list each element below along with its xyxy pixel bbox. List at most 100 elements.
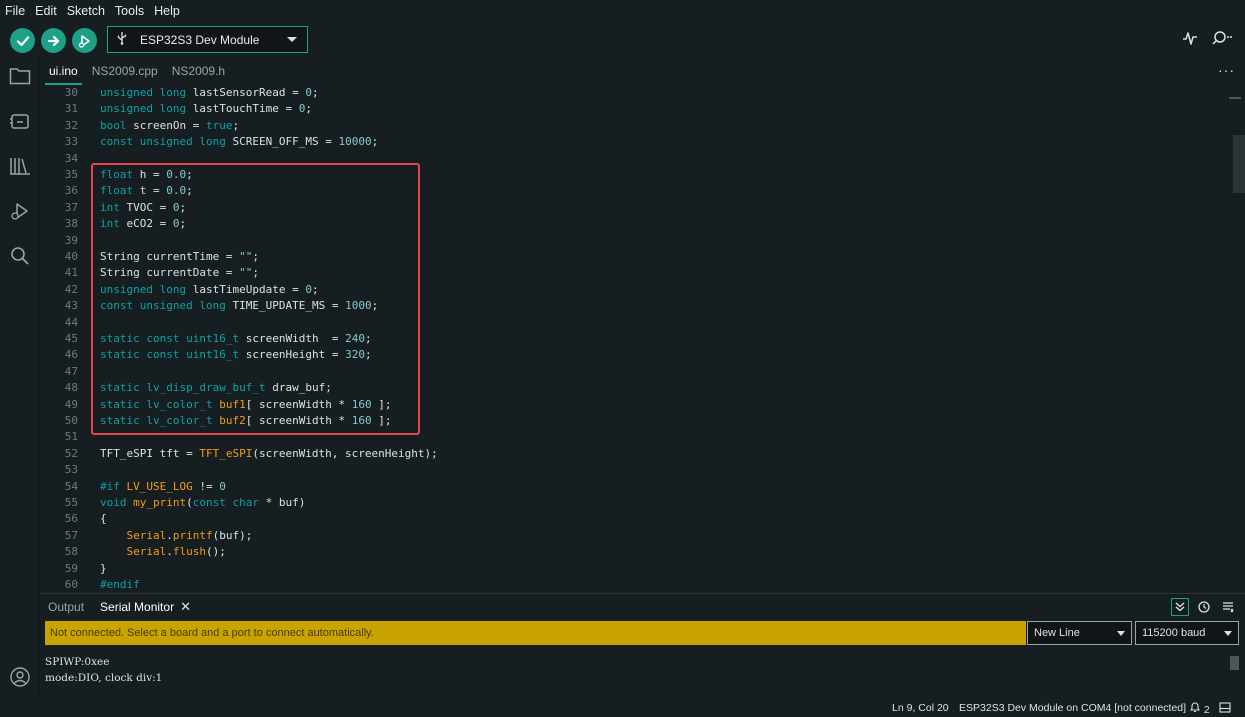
user-icon (10, 667, 30, 687)
account-button[interactable] (8, 665, 32, 689)
chevron-down-icon (1224, 631, 1232, 636)
clear-output-button[interactable] (1219, 598, 1237, 616)
code-line: 33 const unsigned long SCREEN_OFF_MS = 10… (40, 134, 1220, 150)
debug-panel-button[interactable] (8, 199, 32, 223)
line-number: 30 (64, 86, 78, 99)
line-number: 59 (64, 561, 78, 575)
code-line: 54 #if LV_USE_LOG != 0 (40, 479, 1220, 495)
code-line: 52 TFT_eSPI tft = TFT_eSPI(screenWidth, s… (40, 446, 1220, 462)
line-number: 41 (64, 266, 78, 280)
line-number: 33 (64, 135, 78, 149)
toggle-panel-button[interactable] (1219, 702, 1231, 716)
menu-tools[interactable]: Tools (114, 4, 145, 18)
code-text: unsigned long lastSensorRead = 0; (100, 86, 319, 99)
code-line: 31 unsigned long lastTouchTime = 0; (40, 101, 1220, 117)
serial-plotter-button[interactable] (1182, 30, 1198, 51)
line-number: 57 (64, 528, 78, 542)
overview-ruler-mark (1229, 97, 1241, 99)
tab-output[interactable]: Output (48, 600, 84, 614)
tab-serial-monitor-label: Serial Monitor (100, 600, 175, 614)
autoscroll-toggle[interactable] (1171, 598, 1189, 616)
line-number: 44 (64, 315, 78, 329)
boards-manager-button[interactable] (8, 110, 32, 134)
code-line: 53 (40, 462, 1220, 478)
baud-rate-select[interactable]: 115200 baud (1135, 621, 1239, 645)
code-text: Serial.printf(buf); (126, 528, 253, 542)
debug-button[interactable] (72, 28, 97, 53)
menu-bar: File Edit Sketch Tools Help (0, 0, 1245, 22)
editor-tabs: ui.ino NS2009.cpp NS2009.h ··· (40, 58, 1245, 85)
folder-icon (9, 68, 31, 85)
line-number: 45 (64, 332, 78, 345)
verify-button[interactable] (10, 28, 35, 53)
upload-button[interactable] (41, 28, 66, 53)
line-number: 35 (64, 168, 78, 181)
library-icon (10, 158, 30, 175)
line-number: 47 (64, 364, 78, 378)
line-number: 37 (64, 200, 78, 214)
menu-help[interactable]: Help (153, 4, 181, 18)
board-port-status[interactable]: ESP32S3 Dev Module on COM4 [not connecte… (959, 702, 1186, 714)
usb-icon (116, 31, 132, 48)
tab-ui-ino[interactable]: ui.ino (45, 58, 82, 85)
sketchbook-button[interactable] (8, 64, 32, 88)
clear-lines-icon (1223, 602, 1234, 613)
board-name: ESP32S3 Dev Module (140, 32, 260, 47)
library-manager-button[interactable] (8, 154, 32, 178)
tab-ns2009-h[interactable]: NS2009.h (168, 58, 229, 85)
toolbar: ESP32S3 Dev Module (0, 22, 1245, 58)
panel-toolbar (1171, 598, 1237, 616)
code-line: 55 void my_print(const char * buf) (40, 495, 1220, 511)
code-text: TFT_eSPI tft = TFT_eSPI(screenWidth, scr… (100, 446, 438, 460)
menu-file[interactable]: File (4, 4, 26, 18)
board-selector[interactable]: ESP32S3 Dev Module (107, 26, 308, 53)
menu-edit[interactable]: Edit (34, 4, 58, 18)
editor-scrollbar[interactable] (1233, 135, 1245, 193)
line-ending-select[interactable]: New Line (1027, 621, 1132, 645)
code-line: 57 Serial.printf(buf); (40, 528, 1220, 544)
close-icon[interactable]: ✕ (180, 599, 191, 615)
code-editor[interactable]: 30 unsigned long lastSensorRead = 0; 31 uns… (40, 85, 1245, 593)
line-ending-value: New Line (1034, 627, 1080, 639)
serial-monitor-button[interactable] (1211, 30, 1233, 51)
line-number: 53 (64, 463, 78, 477)
code-text: Serial.flush(); (126, 545, 226, 559)
notifications-button[interactable]: 2 (1189, 702, 1210, 716)
serial-monitor-icon (1212, 31, 1232, 45)
line-number: 39 (64, 233, 78, 247)
highlight-annotation-box (91, 163, 420, 435)
activity-sidebar (0, 58, 40, 699)
code-line: 60 #endif (40, 577, 1220, 593)
menu-sketch[interactable]: Sketch (66, 4, 106, 18)
line-number: 43 (64, 299, 78, 313)
search-icon (11, 247, 29, 265)
line-number: 58 (64, 545, 78, 559)
panel-tabs: Output Serial Monitor ✕ (40, 594, 1245, 620)
output-scrollbar[interactable] (1230, 656, 1239, 670)
line-number: 54 (64, 479, 78, 493)
line-number: 34 (64, 151, 78, 165)
line-number: 50 (64, 414, 78, 427)
code-line: 59} (40, 561, 1220, 577)
clock-icon (1198, 601, 1210, 613)
more-tabs-icon[interactable]: ··· (1218, 62, 1235, 78)
line-number: 56 (64, 512, 78, 526)
code-text: unsigned long lastTouchTime = 0; (100, 102, 312, 116)
code-line: 58 Serial.flush(); (40, 544, 1220, 560)
board-icon (10, 114, 29, 129)
serial-message-input[interactable]: Not connected. Select a board and a port… (45, 621, 1026, 645)
serial-output-line: SPIWP:0xee (45, 656, 110, 668)
timestamp-toggle[interactable] (1195, 598, 1213, 616)
code-line: 56 { (40, 511, 1220, 527)
tab-serial-monitor[interactable]: Serial Monitor ✕ (100, 599, 191, 615)
chevron-down-icon (287, 37, 297, 42)
code-text: void my_print(const char * buf) (100, 496, 306, 509)
tab-ns2009-cpp[interactable]: NS2009.cpp (88, 58, 162, 85)
line-number: 32 (64, 118, 78, 132)
code-line: 30 unsigned long lastSensorRead = 0; (40, 85, 1220, 101)
serial-plotter-icon (1183, 32, 1197, 45)
search-button[interactable] (8, 244, 32, 268)
cursor-position[interactable]: Ln 9, Col 20 (892, 702, 949, 714)
code-text: const unsigned long SCREEN_OFF_MS = 1000… (100, 135, 379, 149)
debugger-icon (78, 34, 90, 48)
